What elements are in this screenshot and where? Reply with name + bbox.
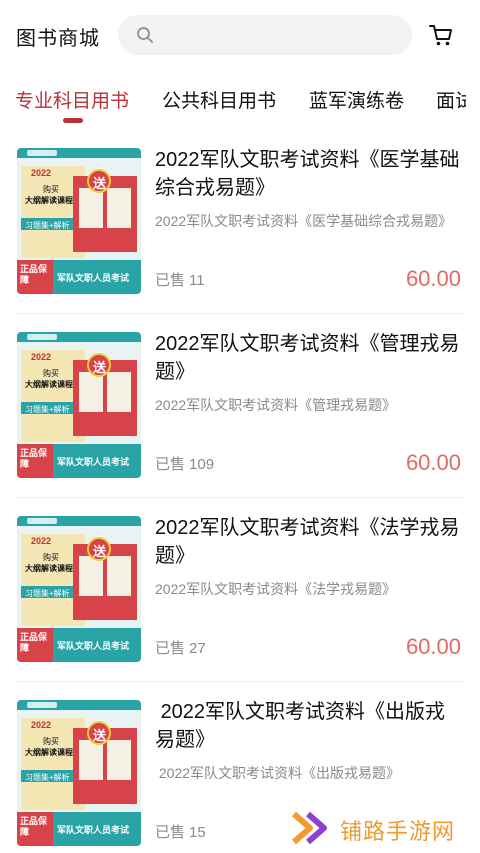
thumb-year: 2022 bbox=[31, 168, 52, 178]
sold-number: 15 bbox=[189, 824, 206, 841]
product-card[interactable]: 2022 送 购买 大纲解读课程 习题集+解析 正品保障 军队文职人员考试 20… bbox=[0, 130, 480, 314]
thumb-tag: 习题集+解析 bbox=[25, 221, 70, 230]
tab-blue-army-exam[interactable]: 蓝军演练卷 bbox=[309, 86, 404, 113]
sold-number: 109 bbox=[189, 456, 215, 473]
category-tabs: 专业科目用书 公共科目用书 蓝军演练卷 面试 bbox=[0, 78, 466, 126]
product-card[interactable]: 2022 送 购买 大纲解读课程 习题集+解析 正品保障 军队文职人员考试 20… bbox=[0, 314, 480, 498]
thumb-year: 2022 bbox=[31, 352, 52, 362]
thumb-gift-badge: 送 bbox=[93, 360, 107, 375]
thumb-gift-badge: 送 bbox=[93, 544, 107, 559]
sold-label: 已售 bbox=[155, 640, 186, 657]
thumb-guarantee: 正品保障 bbox=[20, 264, 48, 285]
product-price: 60.00 bbox=[405, 266, 461, 291]
tab-professional-books[interactable]: 专业科目用书 bbox=[15, 86, 129, 113]
tab-public-books[interactable]: 公共科目用书 bbox=[162, 86, 276, 113]
product-thumbnail: 2022 送 购买 大纲解读课程 习题集+解析 正品保障 军队文职人员考试 bbox=[17, 700, 141, 846]
thumb-bottom-text: 军队文职人员考试 bbox=[57, 273, 130, 283]
watermark: 铺路手游网 bbox=[292, 808, 472, 848]
sold-count: 已售 11 bbox=[155, 269, 205, 290]
sold-label: 已售 bbox=[155, 272, 186, 289]
thumb-tag: 习题集+解析 bbox=[25, 773, 70, 782]
cart-icon[interactable] bbox=[428, 22, 454, 48]
sold-count: 已售 27 bbox=[155, 637, 206, 658]
thumb-buy-line2: 大纲解读课程 bbox=[25, 748, 73, 757]
thumb-buy-line2: 大纲解读课程 bbox=[25, 196, 73, 205]
product-subtitle: 2022军队文职考试资料《出版戎易题》 bbox=[155, 765, 401, 781]
thumb-guarantee: 正品保障 bbox=[20, 632, 48, 653]
sold-number: 27 bbox=[189, 640, 206, 657]
thumb-buy-line1: 购买 bbox=[43, 553, 59, 562]
sold-count: 已售 109 bbox=[155, 453, 214, 474]
product-title[interactable]: 2022军队文职考试资料《医学基础综合戎易题》 bbox=[155, 146, 465, 202]
thumb-gift-badge: 送 bbox=[93, 176, 107, 191]
thumb-buy-line1: 购买 bbox=[43, 369, 59, 378]
product-thumbnail: 2022 送 购买 大纲解读课程 习题集+解析 正品保障 军队文职人员考试 bbox=[17, 148, 141, 294]
sold-label: 已售 bbox=[155, 824, 186, 841]
product-title[interactable]: 2022军队文职考试资料《管理戎易题》 bbox=[155, 330, 465, 386]
thumb-buy-line1: 购买 bbox=[43, 185, 59, 194]
watermark-text: 铺路手游网 bbox=[340, 819, 456, 844]
product-title[interactable]: 2022军队文职考试资料《法学戎易题》 bbox=[155, 514, 465, 570]
thumb-buy-line2: 大纲解读课程 bbox=[25, 564, 73, 573]
product-subtitle: 2022军队文职考试资料《医学基础综合戎易题》 bbox=[155, 213, 453, 229]
thumb-gift-badge: 送 bbox=[93, 728, 107, 743]
thumb-buy-line1: 购买 bbox=[43, 737, 59, 746]
thumb-bottom-text: 军队文职人员考试 bbox=[57, 457, 130, 467]
product-thumbnail: 2022 送 购买 大纲解读课程 习题集+解析 正品保障 军队文职人员考试 bbox=[17, 516, 141, 662]
product-card[interactable]: 2022 送 购买 大纲解读课程 习题集+解析 正品保障 军队文职人员考试 20… bbox=[0, 498, 480, 682]
sold-number: 11 bbox=[189, 272, 205, 289]
search-input[interactable] bbox=[118, 15, 412, 55]
product-price: 60.00 bbox=[405, 634, 461, 659]
product-thumbnail: 2022 送 购买 大纲解读课程 习题集+解析 正品保障 军队文职人员考试 bbox=[17, 332, 141, 478]
thumb-bottom-text: 军队文职人员考试 bbox=[57, 641, 130, 651]
thumb-buy-line2: 大纲解读课程 bbox=[25, 380, 73, 389]
thumb-year: 2022 bbox=[31, 720, 52, 730]
product-price: 60.00 bbox=[405, 450, 461, 475]
sold-label: 已售 bbox=[155, 456, 186, 473]
watermark-logo-icon bbox=[292, 811, 327, 845]
thumb-bottom-text: 军队文职人员考试 bbox=[57, 825, 130, 835]
product-subtitle: 2022军队文职考试资料《法学戎易题》 bbox=[155, 581, 397, 597]
search-icon bbox=[137, 27, 153, 43]
top-bar: 图书商城 bbox=[0, 0, 480, 68]
tab-interview[interactable]: 面试 bbox=[436, 86, 466, 113]
thumb-tag: 习题集+解析 bbox=[25, 589, 70, 598]
thumb-year: 2022 bbox=[31, 536, 52, 546]
thumb-tag: 习题集+解析 bbox=[25, 405, 70, 414]
product-title[interactable]: 2022军队文职考试资料《出版戎易题》 bbox=[155, 698, 465, 754]
page-title: 图书商城 bbox=[16, 28, 100, 50]
sold-count: 已售 15 bbox=[155, 821, 206, 842]
active-tab-indicator bbox=[63, 118, 83, 123]
thumb-guarantee: 正品保障 bbox=[20, 448, 48, 469]
product-subtitle: 2022军队文职考试资料《管理戎易题》 bbox=[155, 397, 397, 413]
thumb-guarantee: 正品保障 bbox=[20, 816, 48, 837]
